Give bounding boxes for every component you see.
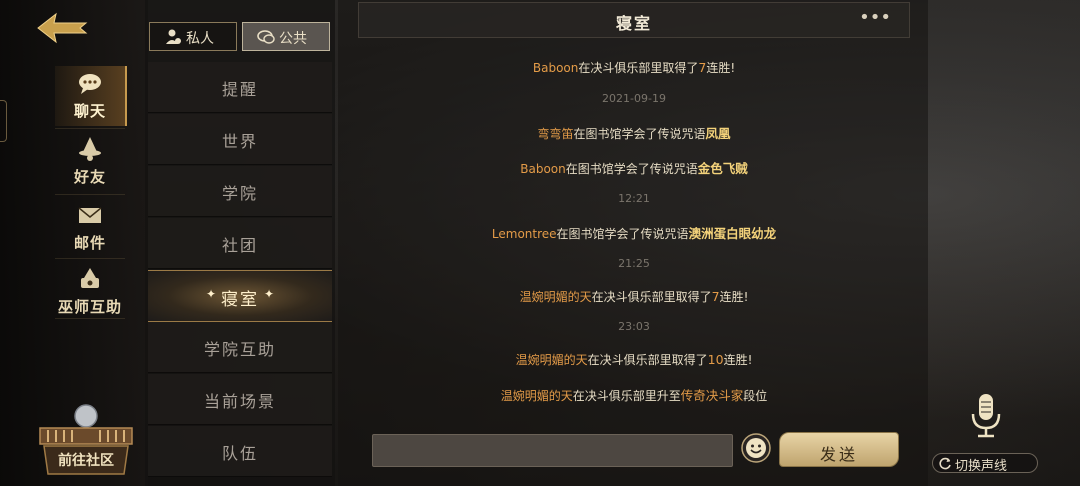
chat-message: Baboon在决斗俱乐部里取得了7连胜! — [358, 59, 910, 76]
switch-voice-button[interactable]: 切换声线 — [932, 453, 1038, 474]
chat-message: 弯弯笛在图书馆学会了传说咒语凤凰 — [358, 123, 910, 142]
nav-chat[interactable]: 聊天 — [55, 66, 127, 126]
community-label: 前往社区 — [58, 453, 114, 469]
sparkle-right-icon: ✦ — [263, 287, 274, 301]
channel-item-house-help[interactable]: 学院互助 — [148, 322, 332, 373]
channel-label: 学院 — [221, 184, 258, 203]
switch-voice-label: 切换声线 — [955, 459, 1008, 474]
group-chat-icon — [257, 30, 275, 44]
message-text: 在决斗俱乐部里取得了 — [578, 61, 699, 75]
chat-message: Lemontree在图书馆学会了传说咒语澳洲蛋白眼幼龙 — [358, 223, 910, 242]
channel-item-team[interactable]: 队伍 — [148, 426, 332, 477]
send-button[interactable]: 发送 — [779, 432, 899, 467]
message-suffix: 连胜! — [706, 61, 736, 75]
message-text: 在图书馆学会了传说咒语 — [556, 227, 689, 241]
chat-message: 温婉明媚的天在决斗俱乐部里取得了10连胜! — [358, 351, 910, 368]
left-nav: 聊天 好友 邮件 巫师互助 前往社区 — [0, 0, 148, 486]
smiley-icon — [741, 433, 771, 463]
back-arrow-icon — [37, 12, 88, 44]
timestamp: 2021-09-19 — [602, 92, 666, 105]
person-icon — [166, 29, 181, 44]
channel-label: 寝室 — [221, 290, 259, 310]
nav-chat-label: 聊天 — [73, 102, 106, 120]
chat-message: Baboon在图书馆学会了传说咒语金色飞贼 — [358, 158, 910, 177]
nav-divider — [55, 194, 125, 195]
nav-friends[interactable]: 好友 — [55, 132, 125, 192]
private-toggle-label: 私人 — [186, 31, 214, 47]
nav-divider — [55, 128, 125, 129]
channel-item-reminder[interactable]: 提醒 — [148, 62, 332, 113]
nav-divider — [55, 258, 125, 259]
send-button-label: 发送 — [819, 445, 858, 464]
refresh-icon — [939, 457, 951, 470]
more-options-button[interactable]: ••• — [859, 7, 891, 28]
channel-item-world[interactable]: 世界 — [148, 114, 332, 165]
message-suffix: 连胜! — [719, 290, 749, 304]
sender-name[interactable]: Baboon — [533, 61, 579, 75]
timestamp: 23:03 — [618, 320, 650, 333]
chat-message: 温婉明媚的天在决斗俱乐部里取得了7连胜! — [358, 288, 910, 305]
back-button[interactable] — [34, 10, 90, 46]
wizard-help-icon — [81, 268, 99, 288]
sender-name[interactable]: Baboon — [520, 162, 566, 176]
message-text: 在图书馆学会了传说咒语 — [565, 162, 698, 176]
public-toggle[interactable]: 公共 — [242, 22, 330, 51]
sender-name[interactable]: 温婉明媚的天 — [520, 290, 592, 304]
timestamp: 21:25 — [618, 257, 650, 270]
nav-mail-label: 邮件 — [73, 234, 106, 252]
channel-label: 队伍 — [221, 444, 258, 463]
channel-item-club[interactable]: 社团 — [148, 218, 332, 269]
channel-label: 提醒 — [221, 80, 258, 99]
nav-mail[interactable]: 邮件 — [55, 198, 125, 258]
wizard-hat-icon — [79, 137, 101, 161]
chat-bubble-icon — [79, 74, 101, 94]
message-highlight: 凤凰 — [705, 126, 731, 141]
message-suffix: 连胜! — [723, 353, 753, 367]
message-text: 在图书馆学会了传说咒语 — [573, 127, 706, 141]
message-suffix: 段位 — [743, 389, 768, 403]
message-highlight: 10 — [707, 352, 724, 367]
channel-label: 学院互助 — [203, 340, 276, 359]
channel-item-current-scene[interactable]: 当前场景 — [148, 374, 332, 425]
message-highlight: 澳洲蛋白眼幼龙 — [688, 226, 777, 241]
sender-name[interactable]: 温婉明媚的天 — [516, 353, 588, 367]
sender-name[interactable]: Lemontree — [492, 227, 557, 241]
message-text: 在决斗俱乐部里取得了 — [591, 290, 712, 304]
sender-name[interactable]: 弯弯笛 — [537, 127, 573, 141]
nav-friends-label: 好友 — [73, 168, 106, 186]
channel-label: 当前场景 — [203, 392, 276, 411]
channel-label: 世界 — [221, 132, 258, 151]
timestamp: 12:21 — [618, 192, 650, 205]
emoji-button[interactable] — [740, 432, 772, 464]
private-toggle[interactable]: 私人 — [149, 22, 237, 51]
microphone-button[interactable] — [958, 388, 1014, 444]
message-highlight: 7 — [711, 289, 720, 304]
channel-item-house[interactable]: 学院 — [148, 166, 332, 217]
public-toggle-label: 公共 — [279, 31, 307, 47]
collapse-handle[interactable] — [0, 100, 7, 142]
message-highlight: 金色飞贼 — [697, 161, 748, 176]
chat-title: 寝室 — [615, 14, 652, 33]
envelope-icon — [78, 207, 102, 223]
channel-label: 社团 — [221, 236, 258, 255]
microphone-icon — [971, 394, 1001, 438]
channel-item-dorm[interactable]: ✦ 寝室 ✦ — [148, 270, 332, 322]
nav-divider — [55, 318, 125, 319]
community-button[interactable]: 前往社区 — [36, 402, 136, 478]
message-text: 在决斗俱乐部里升至 — [572, 389, 681, 403]
chat-message: 温婉明媚的天在决斗俱乐部里升至传奇决斗家段位 — [358, 385, 910, 404]
sender-name[interactable]: 温婉明媚的天 — [501, 389, 573, 403]
chat-header: 寝室 ••• — [358, 2, 910, 38]
nav-wizard-help-label: 巫师互助 — [57, 298, 122, 316]
message-text: 在决斗俱乐部里取得了 — [587, 353, 708, 367]
chat-input[interactable] — [372, 434, 733, 467]
message-highlight: 传奇决斗家 — [680, 388, 744, 403]
nav-wizard-help[interactable]: 巫师互助 — [55, 262, 125, 322]
